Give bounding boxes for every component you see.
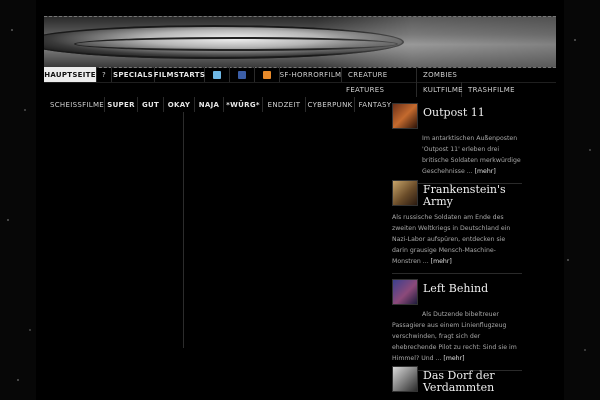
nav-label: Features — [346, 85, 385, 94]
banner-haze — [316, 17, 556, 67]
post-title[interactable]: Das Dorf der Verdammten — [423, 370, 522, 394]
nav-label: Zombies — [423, 70, 458, 79]
post-excerpt: Als russische Soldaten am Ende des zweit… — [392, 212, 522, 267]
nav-cyberpunk[interactable]: Cyberpunk — [306, 97, 355, 112]
nav-scheissfilme[interactable]: Scheissfilme — [44, 97, 105, 112]
nav-fantasy[interactable]: Fantasy — [355, 97, 395, 112]
nav-naja[interactable]: Naja — [195, 97, 224, 112]
post-separator — [392, 273, 522, 274]
nav-label: Gut — [141, 100, 160, 109]
nav-label: Fantasy — [358, 100, 392, 109]
post-excerpt: Im antarktischen Außenposten 'Outpost 11… — [392, 133, 522, 177]
rss-icon — [263, 70, 271, 79]
post-head: Das Dorf der Verdammten — [392, 366, 522, 394]
nav-label: Okay — [167, 100, 191, 109]
nav-sf-horrorfilm[interactable]: SF-Horrorfilm — [280, 67, 342, 82]
post-excerpt: Als Dutzende bibeltreuer Passagiere aus … — [392, 309, 522, 364]
content-divider — [183, 112, 184, 348]
nav-label: Kultfilme — [423, 85, 463, 94]
nav-label: Filmstarts — [153, 70, 206, 79]
nav-twitter[interactable] — [205, 67, 230, 82]
nav-hauptseite[interactable]: Hauptseite — [44, 67, 97, 82]
nav-label: Hauptseite — [44, 70, 96, 79]
nav-zombies[interactable]: Zombies — [417, 67, 463, 82]
nav-help[interactable]: ? — [97, 67, 112, 82]
nav-label: Trashfilme — [468, 85, 515, 94]
header-banner[interactable] — [44, 16, 556, 68]
main-nav: Hauptseite ? Specials Filmstarts SF-Horr… — [44, 67, 556, 83]
nav-kultfilme[interactable]: Kultfilme — [417, 82, 463, 97]
nav-gut[interactable]: Gut — [138, 97, 164, 112]
post-title[interactable]: Frankenstein's Army — [423, 184, 522, 208]
twitter-icon — [213, 70, 221, 79]
post-item: Outpost 11 Im antarktischen Außenposten … — [392, 103, 522, 184]
nav-label: Scheissfilme — [50, 100, 105, 109]
post-head: Outpost 11 — [392, 103, 522, 129]
nav-creature[interactable]: Creature — [342, 67, 417, 82]
nav-rss[interactable] — [255, 67, 280, 82]
nav-endzeit[interactable]: Endzeit — [263, 97, 306, 112]
post-thumbnail[interactable] — [392, 366, 418, 392]
nav-features[interactable]: Features — [340, 82, 417, 97]
post-head: Frankenstein's Army — [392, 180, 522, 208]
post-thumbnail[interactable] — [392, 103, 418, 129]
post-excerpt-text: Im antarktischen Außenposten 'Outpost 11… — [422, 135, 521, 175]
post-thumbnail[interactable] — [392, 279, 418, 305]
nav-label: *Würg* — [226, 100, 260, 109]
nav-facebook[interactable] — [230, 67, 255, 82]
main-nav-second-row: Features Kultfilme Trashfilme — [340, 82, 556, 97]
post-item: Frankenstein's Army Als russische Soldat… — [392, 180, 522, 274]
post-item: Das Dorf der Verdammten — [392, 366, 522, 394]
nav-super[interactable]: Super — [105, 97, 138, 112]
nav-filmstarts[interactable]: Filmstarts — [153, 67, 206, 82]
post-title[interactable]: Left Behind — [423, 283, 488, 295]
read-more-link[interactable]: [mehr] — [475, 168, 496, 175]
facebook-icon — [238, 70, 246, 79]
nav-label: Specials — [113, 70, 154, 79]
nav-label: SF-Horrorfilm — [279, 70, 342, 79]
post-item: Left Behind Als Dutzende bibeltreuer Pas… — [392, 279, 522, 371]
nav-wuerg[interactable]: *Würg* — [224, 97, 263, 112]
nav-label: Naja — [198, 100, 220, 109]
nav-label: Endzeit — [267, 100, 301, 109]
nav-trashfilme[interactable]: Trashfilme — [462, 82, 518, 97]
nav-label: ? — [102, 70, 107, 79]
post-head: Left Behind — [392, 279, 522, 305]
post-title[interactable]: Outpost 11 — [423, 107, 485, 119]
read-more-link[interactable]: [mehr] — [443, 355, 464, 362]
nav-okay[interactable]: Okay — [164, 97, 195, 112]
nav-specials[interactable]: Specials — [112, 67, 155, 82]
nav-label: Super — [107, 100, 135, 109]
nav-label: Cyberpunk — [307, 100, 353, 109]
read-more-link[interactable]: [mehr] — [431, 258, 452, 265]
nav-label: Creature — [348, 70, 388, 79]
post-thumbnail[interactable] — [392, 180, 418, 206]
